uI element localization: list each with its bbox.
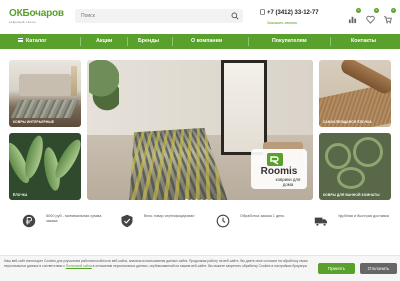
privacy-policy-link[interactable]: Политикой сайта — [66, 264, 92, 268]
nav-sales[interactable]: Акции — [96, 34, 112, 49]
slider-dot[interactable] — [200, 199, 203, 200]
compare-button[interactable]: 0 — [348, 8, 361, 24]
hero-promo-card: Roomis коврики для дома — [251, 149, 307, 189]
phone-number: +7 (3412) 33-12-77 — [267, 10, 319, 16]
cart-button[interactable]: 0 — [383, 8, 396, 24]
tile-image — [71, 66, 77, 96]
hero-brand: Roomis — [260, 166, 298, 177]
feature-text: Удобная и быстрая доставка — [338, 214, 389, 218]
slider-dot[interactable] — [210, 199, 213, 200]
delivery-icon — [314, 217, 327, 227]
tile-label: Ёлочка — [13, 193, 28, 197]
phone-number-row[interactable]: +7 (3412) 33-12-77 — [260, 9, 319, 17]
roomis-logo-icon — [267, 153, 283, 166]
search-input[interactable] — [81, 11, 231, 21]
tile-image — [21, 133, 47, 181]
slider-dot[interactable] — [195, 199, 198, 200]
category-tile-interior[interactable]: Ковры интерьерные — [9, 60, 81, 127]
logo[interactable]: ОКБочаров ковровый салон — [9, 8, 64, 25]
ruble-icon — [22, 214, 36, 228]
nav-customers[interactable]: Покупателям — [272, 34, 307, 49]
logo-wordmark: ОКБочаров — [9, 8, 64, 19]
callback-link[interactable]: Заказать звонок — [267, 20, 319, 25]
decline-cookies-button[interactable]: Отклонить — [360, 263, 397, 274]
hero-subtitle: коврики для дома — [275, 177, 301, 187]
accept-cookies-button[interactable]: Принять — [318, 263, 355, 274]
tile-image — [19, 74, 71, 96]
cart-icon — [383, 16, 392, 24]
cookie-banner: Наш веб-сайт использует Cookies для улуч… — [0, 255, 400, 281]
category-tile-kids[interactable]: Ёлочка — [9, 133, 81, 200]
slider-dots — [185, 189, 215, 200]
slider-dot[interactable] — [185, 199, 188, 200]
main-nav: Каталог Акции Бренды О компании Покупате… — [0, 34, 400, 49]
compare-icon — [348, 16, 357, 24]
feature-text: Обработка заказа 1 день — [240, 214, 285, 218]
logo-tagline: ковровый салон — [9, 20, 36, 24]
nav-divider — [330, 37, 331, 46]
nav-divider — [172, 37, 173, 46]
tile-image — [337, 167, 365, 189]
slider-dot[interactable] — [205, 199, 208, 200]
menu-icon — [18, 38, 23, 42]
tile-image — [353, 137, 383, 167]
site-header: ОКБочаров ковровый салон +7 (3412) 33-12… — [0, 0, 400, 32]
nav-brands[interactable]: Бренды — [138, 34, 159, 49]
tile-image — [10, 100, 80, 118]
feature-text: Весь товар сертифицирован — [144, 214, 195, 218]
cookie-text-part: в отношении персональных данных, опублик… — [91, 264, 308, 268]
cookie-text: Наш веб-сайт использует Cookies для улуч… — [4, 259, 310, 269]
nav-catalog[interactable]: Каталог — [18, 34, 47, 49]
compare-count: 0 — [356, 8, 361, 13]
contact-block: +7 (3412) 33-12-77 Заказать звонок — [260, 9, 319, 25]
tile-label: Самоклеящаяся ёлочка — [323, 120, 372, 124]
nav-divider — [127, 37, 128, 46]
tile-label: Ковры для ванной комнаты — [323, 193, 380, 197]
feature-text: 5000 руб - минимальная сумма заказа — [46, 214, 102, 223]
heart-icon — [366, 15, 375, 24]
search-icon[interactable] — [231, 12, 239, 20]
nav-about[interactable]: О компании — [191, 34, 222, 49]
hero-image — [221, 60, 267, 155]
favorites-button[interactable]: 0 — [366, 8, 379, 24]
hero-image — [87, 60, 313, 135]
category-tile-rolls[interactable]: Самоклеящаяся ёлочка — [319, 60, 391, 127]
cart-count: 0 — [391, 8, 396, 13]
tile-label: Ковры интерьерные — [13, 120, 55, 124]
clock-icon — [216, 214, 230, 228]
hero-image — [89, 60, 119, 120]
nav-divider — [80, 37, 81, 46]
shield-check-icon — [121, 214, 133, 228]
slider-dot[interactable] — [190, 199, 193, 200]
category-tile-bathroom[interactable]: Ковры для ванной комнаты — [319, 133, 391, 200]
favorites-count: 0 — [374, 8, 379, 13]
nav-divider — [248, 37, 249, 46]
phone-icon — [260, 9, 265, 15]
nav-catalog-label: Каталог — [26, 38, 47, 44]
search-box — [75, 9, 243, 23]
tile-image — [325, 143, 351, 169]
nav-contacts[interactable]: Контакты — [351, 34, 376, 49]
hero-banner[interactable]: Roomis коврики для дома — [87, 60, 313, 200]
